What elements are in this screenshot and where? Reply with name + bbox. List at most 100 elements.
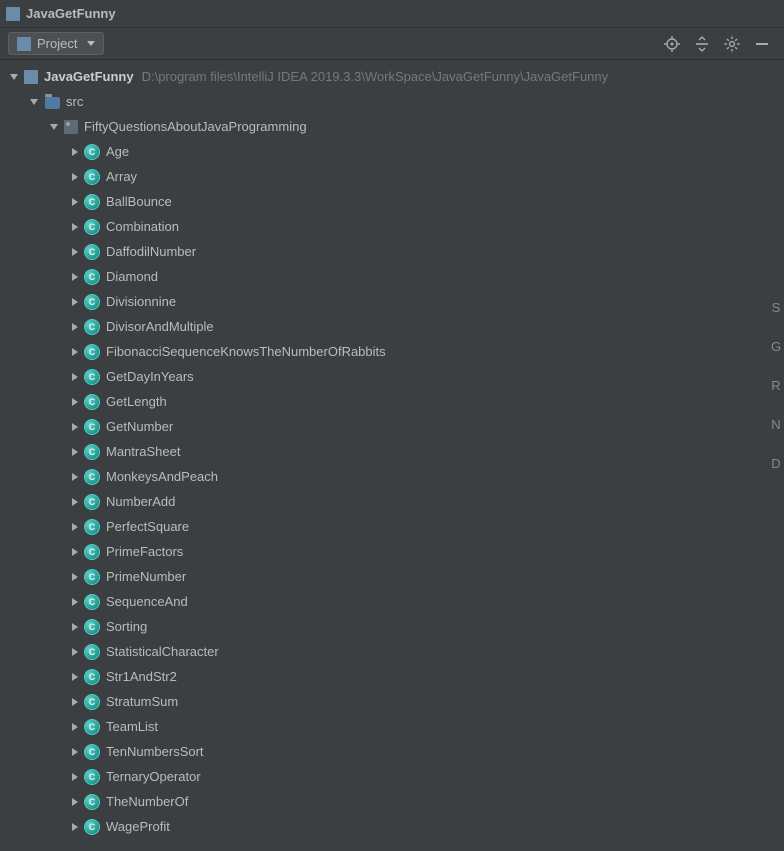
expand-arrow-icon[interactable]	[72, 448, 78, 456]
title-text: JavaGetFunny	[26, 6, 116, 21]
expand-arrow-icon[interactable]	[72, 498, 78, 506]
tree-row-class[interactable]: Combination	[0, 214, 784, 239]
expand-arrow-icon[interactable]	[50, 124, 58, 130]
tree-row-class[interactable]: SequenceAnd	[0, 589, 784, 614]
class-label: PrimeNumber	[106, 569, 186, 584]
expand-arrow-icon[interactable]	[72, 623, 78, 631]
tree-row-class[interactable]: FibonacciSequenceKnowsTheNumberOfRabbits	[0, 339, 784, 364]
expand-arrow-icon[interactable]	[72, 198, 78, 206]
expand-arrow-icon[interactable]	[10, 74, 18, 80]
project-toolbar: Project	[0, 28, 784, 60]
tree-row-class[interactable]: NumberAdd	[0, 489, 784, 514]
class-icon	[84, 619, 100, 635]
tree-row-class[interactable]: TenNumbersSort	[0, 739, 784, 764]
right-strip-item[interactable]: S	[772, 300, 781, 315]
class-icon	[84, 169, 100, 185]
toolbar-actions	[664, 36, 776, 52]
class-label: NumberAdd	[106, 494, 175, 509]
tree-row-class[interactable]: WageProfit	[0, 814, 784, 839]
expand-arrow-icon[interactable]	[72, 248, 78, 256]
expand-arrow-icon[interactable]	[72, 223, 78, 231]
tree-row-class[interactable]: StatisticalCharacter	[0, 639, 784, 664]
expand-arrow-icon[interactable]	[72, 698, 78, 706]
class-label: TheNumberOf	[106, 794, 188, 809]
tree-row-package[interactable]: FiftyQuestionsAboutJavaProgramming	[0, 114, 784, 139]
tree-row-class[interactable]: PrimeNumber	[0, 564, 784, 589]
class-icon	[84, 719, 100, 735]
class-label: Sorting	[106, 619, 147, 634]
project-root-path: D:\program files\IntelliJ IDEA 2019.3.3\…	[142, 69, 609, 84]
expand-arrow-icon[interactable]	[72, 673, 78, 681]
tree-row-class[interactable]: TeamList	[0, 714, 784, 739]
right-strip-item[interactable]: G	[771, 339, 781, 354]
right-tool-strip: S G R N D	[768, 300, 784, 471]
tree-row-project-root[interactable]: JavaGetFunny D:\program files\IntelliJ I…	[0, 64, 784, 89]
chevron-down-icon	[87, 41, 95, 46]
expand-arrow-icon[interactable]	[72, 398, 78, 406]
collapse-all-icon[interactable]	[694, 36, 710, 52]
right-strip-item[interactable]: R	[771, 378, 780, 393]
tree-row-src[interactable]: src	[0, 89, 784, 114]
expand-arrow-icon[interactable]	[72, 723, 78, 731]
tree-row-class[interactable]: Divisionnine	[0, 289, 784, 314]
tree-row-class[interactable]: PrimeFactors	[0, 539, 784, 564]
class-label: Divisionnine	[106, 294, 176, 309]
tree-row-class[interactable]: BallBounce	[0, 189, 784, 214]
class-icon	[84, 669, 100, 685]
expand-arrow-icon[interactable]	[72, 523, 78, 531]
class-icon	[84, 469, 100, 485]
right-strip-item[interactable]: D	[771, 456, 780, 471]
expand-arrow-icon[interactable]	[72, 573, 78, 581]
tree-row-class[interactable]: DaffodilNumber	[0, 239, 784, 264]
tree-row-class[interactable]: DivisorAndMultiple	[0, 314, 784, 339]
right-strip-item[interactable]: N	[771, 417, 780, 432]
class-icon	[84, 394, 100, 410]
hide-icon[interactable]	[754, 36, 770, 52]
expand-arrow-icon[interactable]	[72, 373, 78, 381]
tree-row-class[interactable]: Array	[0, 164, 784, 189]
expand-arrow-icon[interactable]	[72, 273, 78, 281]
tree-row-class[interactable]: MonkeysAndPeach	[0, 464, 784, 489]
expand-arrow-icon[interactable]	[72, 323, 78, 331]
tree-row-class[interactable]: Str1AndStr2	[0, 664, 784, 689]
expand-arrow-icon[interactable]	[72, 148, 78, 156]
settings-icon[interactable]	[724, 36, 740, 52]
tree-row-class[interactable]: PerfectSquare	[0, 514, 784, 539]
class-label: MonkeysAndPeach	[106, 469, 218, 484]
expand-arrow-icon[interactable]	[72, 473, 78, 481]
module-icon	[24, 70, 38, 84]
class-icon	[84, 494, 100, 510]
tree-row-class[interactable]: StratumSum	[0, 689, 784, 714]
expand-arrow-icon[interactable]	[72, 598, 78, 606]
expand-arrow-icon[interactable]	[72, 548, 78, 556]
tree-row-class[interactable]: GetDayInYears	[0, 364, 784, 389]
project-view-label: Project	[37, 36, 77, 51]
expand-arrow-icon[interactable]	[72, 748, 78, 756]
tree-row-class[interactable]: Sorting	[0, 614, 784, 639]
tree-row-class[interactable]: Diamond	[0, 264, 784, 289]
expand-arrow-icon[interactable]	[72, 423, 78, 431]
expand-arrow-icon[interactable]	[72, 173, 78, 181]
tree-row-class[interactable]: TernaryOperator	[0, 764, 784, 789]
expand-arrow-icon[interactable]	[72, 648, 78, 656]
tree-row-class[interactable]: GetNumber	[0, 414, 784, 439]
expand-arrow-icon[interactable]	[72, 823, 78, 831]
tree-row-class[interactable]: TheNumberOf	[0, 789, 784, 814]
expand-arrow-icon[interactable]	[72, 798, 78, 806]
class-label: BallBounce	[106, 194, 172, 209]
expand-arrow-icon[interactable]	[72, 773, 78, 781]
project-view-icon	[17, 37, 31, 51]
title-bar: JavaGetFunny	[0, 0, 784, 28]
class-label: Str1AndStr2	[106, 669, 177, 684]
tree-row-class[interactable]: GetLength	[0, 389, 784, 414]
expand-arrow-icon[interactable]	[30, 99, 38, 105]
project-tree[interactable]: JavaGetFunny D:\program files\IntelliJ I…	[0, 60, 784, 843]
expand-arrow-icon[interactable]	[72, 348, 78, 356]
class-icon	[84, 194, 100, 210]
expand-arrow-icon[interactable]	[72, 298, 78, 306]
locate-icon[interactable]	[664, 36, 680, 52]
tree-row-class[interactable]: MantraSheet	[0, 439, 784, 464]
tree-row-class[interactable]: Age	[0, 139, 784, 164]
class-label: Combination	[106, 219, 179, 234]
project-view-selector[interactable]: Project	[8, 32, 104, 55]
